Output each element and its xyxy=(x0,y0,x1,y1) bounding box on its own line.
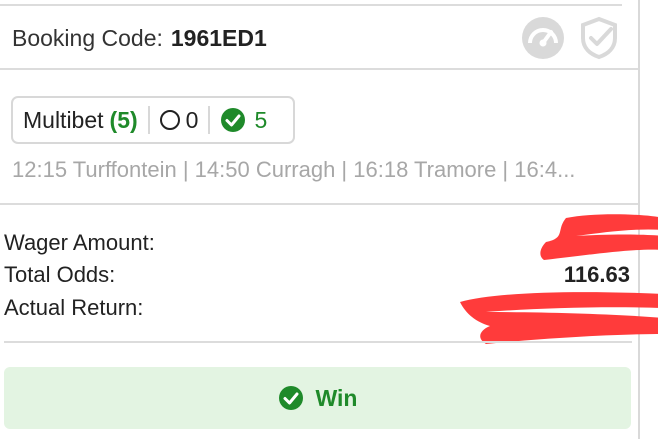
race-list: 12:15 Turffontein | 14:50 Curragh | 16:1… xyxy=(12,157,576,182)
multibet-chip[interactable]: Multibet (5) 0 5 xyxy=(11,96,295,144)
win-status-bar: Win xyxy=(4,367,631,429)
redaction-scribble xyxy=(540,214,658,260)
open-circle-icon xyxy=(159,110,180,130)
check-circle-icon xyxy=(221,108,246,132)
top-divider xyxy=(0,4,622,6)
divider xyxy=(0,203,638,205)
gauge-icon[interactable] xyxy=(520,16,566,60)
won-segment: 5 xyxy=(208,106,277,134)
multibet-segment: Multibet (5) xyxy=(13,98,148,142)
won-count: 5 xyxy=(254,106,268,133)
total-odds-label: Total Odds: xyxy=(4,262,116,287)
booking-code-label: Booking Code: xyxy=(12,24,163,51)
lost-count: 0 xyxy=(185,106,199,133)
wager-amount-label: Wager Amount: xyxy=(4,230,155,255)
booking-code-row: Booking Code: 1961ED1 xyxy=(12,22,267,54)
win-label: Win xyxy=(315,384,358,411)
actual-return-label: Actual Return: xyxy=(4,295,144,320)
divider xyxy=(0,68,638,70)
lost-segment: 0 xyxy=(147,106,209,134)
booking-code-value: 1961ED1 xyxy=(170,24,267,51)
multibet-label: Multibet xyxy=(23,106,104,133)
check-circle-icon xyxy=(278,386,303,410)
divider xyxy=(4,341,632,343)
multibet-count: (5) xyxy=(109,106,138,133)
shield-check-icon[interactable] xyxy=(578,16,620,60)
redaction-scribble xyxy=(460,292,658,344)
